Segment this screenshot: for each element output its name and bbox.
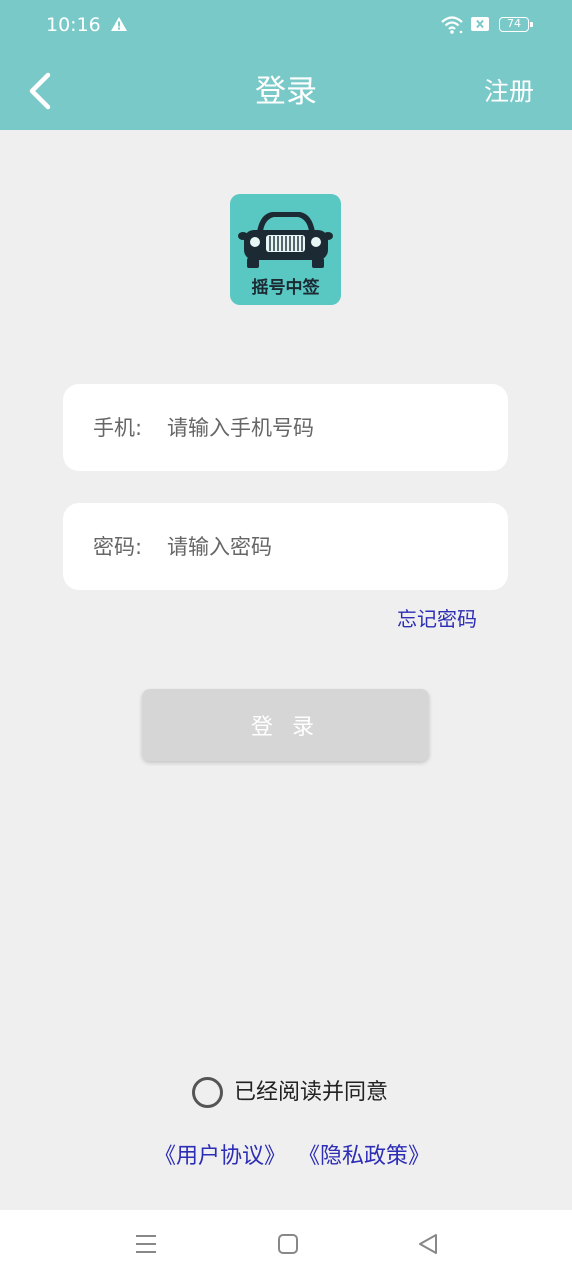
register-button[interactable]: 注册	[484, 74, 534, 110]
password-input[interactable]	[167, 527, 487, 567]
forgot-password-link[interactable]: 忘记密码	[397, 604, 477, 634]
battery-icon: 74	[499, 17, 533, 32]
privacy-policy-link[interactable]: 《隐私政策》	[298, 1141, 430, 1173]
phone-input[interactable]	[167, 408, 487, 448]
warning-icon	[111, 17, 127, 31]
agree-text: 已经阅读并同意	[234, 1080, 389, 1105]
app-logo: 摇号中签	[230, 194, 341, 305]
sim-icon	[471, 17, 489, 31]
status-time: 10:16	[46, 14, 101, 36]
password-label: 密码:	[93, 535, 143, 559]
user-agreement-link[interactable]: 《用户协议》	[154, 1141, 286, 1173]
wifi-icon	[441, 16, 463, 34]
system-nav-bar	[0, 1210, 572, 1280]
menu-icon[interactable]	[135, 1232, 157, 1256]
phone-field: 手机:	[63, 384, 508, 471]
login-button[interactable]: 登 录	[142, 689, 429, 761]
app-header: 10:16 74 登录 注册	[0, 0, 572, 130]
logo-text: 摇号中签	[251, 278, 320, 298]
home-icon[interactable]	[277, 1232, 299, 1256]
agree-radio[interactable]	[192, 1077, 223, 1108]
password-field: 密码:	[63, 503, 508, 590]
back-triangle-icon[interactable]	[417, 1232, 439, 1256]
phone-label: 手机:	[93, 416, 143, 440]
